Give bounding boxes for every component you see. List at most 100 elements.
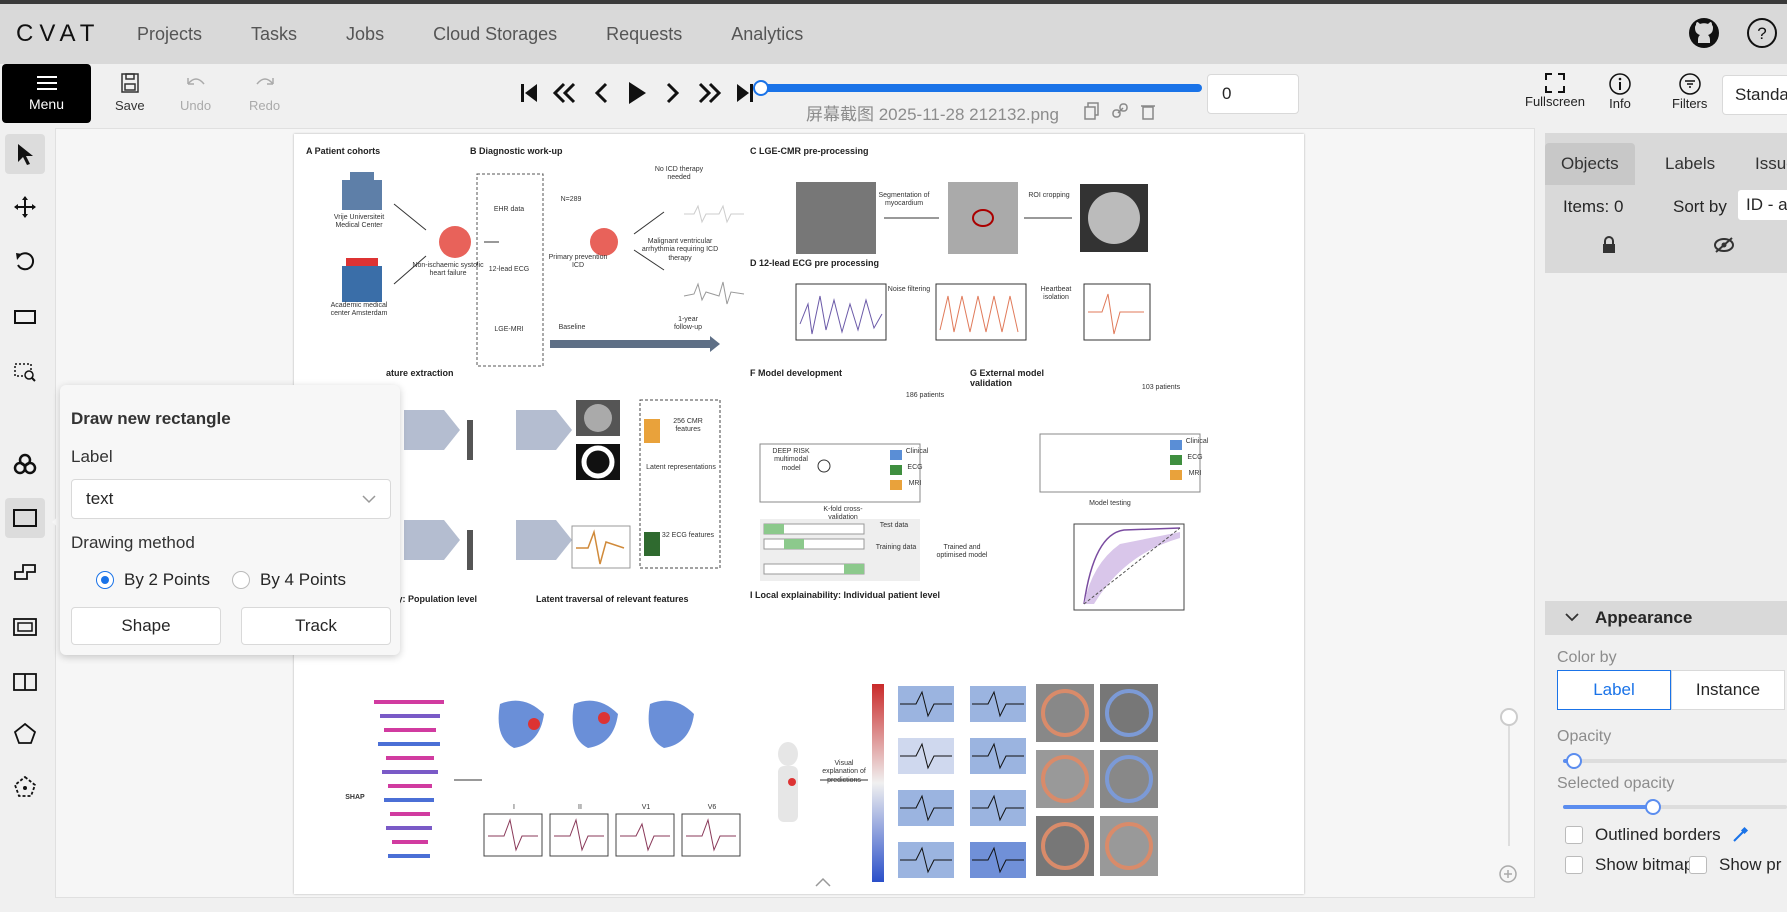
- by-4-points-radio[interactable]: By 4 Points: [232, 570, 346, 590]
- selected-opacity-handle[interactable]: [1644, 799, 1661, 815]
- checkbox-icon: [1689, 856, 1707, 874]
- draw-polygon-tool[interactable]: [5, 552, 45, 592]
- outlined-borders-label: Outlined borders: [1595, 825, 1721, 844]
- link-icon[interactable]: [1112, 102, 1128, 120]
- annotation-image[interactable]: A Patient cohorts B Diagnostic work-up C…: [294, 134, 1304, 894]
- chevron-up-icon[interactable]: [812, 874, 834, 890]
- lead-i-label: I: [513, 804, 515, 811]
- save-button[interactable]: Save: [115, 72, 145, 113]
- draw-skeleton-tool[interactable]: [5, 607, 45, 647]
- filters-button[interactable]: Filters: [1672, 72, 1707, 111]
- color-picker-icon[interactable]: [1731, 826, 1749, 844]
- zoom-slider-track[interactable]: [1508, 716, 1510, 846]
- nav-jobs[interactable]: Jobs: [346, 24, 384, 45]
- help-icon[interactable]: ?: [1745, 16, 1779, 50]
- play-icon[interactable]: [619, 78, 655, 108]
- nav-analytics[interactable]: Analytics: [731, 24, 803, 45]
- panel-f-title: F Model development: [750, 368, 843, 378]
- ecg-label-g: ECG: [1187, 454, 1203, 461]
- pentagon-icon: [13, 722, 37, 744]
- frame-slider-track[interactable]: [758, 84, 1202, 92]
- color-by-label-option[interactable]: Label: [1557, 670, 1671, 710]
- by-2-points-label: By 2 Points: [124, 570, 210, 589]
- track-button[interactable]: Track: [241, 607, 391, 645]
- sort-select[interactable]: ID - a: [1737, 189, 1787, 221]
- heartbeat-label: Heartbeat isolation: [1040, 286, 1072, 302]
- github-icon[interactable]: [1687, 16, 1721, 50]
- fast-backward-icon[interactable]: [547, 78, 583, 108]
- fit-image-tool[interactable]: [5, 297, 45, 337]
- appearance-header[interactable]: Appearance: [1545, 601, 1787, 635]
- show-bitmap-checkbox[interactable]: Show bitmap: [1565, 855, 1693, 875]
- vumc-label: Vrije Universiteit Medical Center: [333, 214, 385, 230]
- by-2-points-radio[interactable]: By 2 Points: [96, 570, 210, 590]
- cmr-heatmaps: [1036, 684, 1158, 876]
- tab-objects[interactable]: Objects: [1545, 143, 1635, 185]
- copy-icon[interactable]: [1084, 102, 1100, 120]
- svg-text:?: ?: [1757, 24, 1766, 43]
- mri-label-f: MRI: [908, 480, 922, 487]
- first-frame-icon[interactable]: [511, 78, 547, 108]
- color-by-label: Color by: [1557, 649, 1617, 666]
- info-button[interactable]: Info: [1608, 72, 1632, 111]
- show-projections-checkbox[interactable]: Show pr: [1689, 855, 1781, 875]
- info-label: Info: [1609, 96, 1631, 111]
- cursor-tool[interactable]: [5, 134, 45, 174]
- opacity-handle[interactable]: [1566, 753, 1583, 769]
- lgemri-label: LGE-MRI: [494, 326, 524, 333]
- undo-button[interactable]: Undo: [180, 72, 211, 113]
- zoom-region-tool[interactable]: [5, 352, 45, 392]
- next-frame-icon[interactable]: [655, 78, 691, 108]
- opacity-slider[interactable]: [1563, 753, 1787, 769]
- checkbox-icon: [1565, 856, 1583, 874]
- draw-polygon-points-tool[interactable]: [5, 714, 45, 754]
- draw-cuboid-tool[interactable]: [5, 662, 45, 702]
- fullscreen-button[interactable]: Fullscreen: [1525, 72, 1585, 109]
- panel-c-title: C LGE-CMR pre-processing: [750, 146, 869, 156]
- frame-number-input[interactable]: 0: [1207, 74, 1299, 114]
- draw-rectangle-tool[interactable]: [5, 498, 45, 538]
- opacity-label: Opacity: [1557, 728, 1612, 745]
- nav-tasks[interactable]: Tasks: [251, 24, 297, 45]
- panel-a-title: A Patient cohorts: [306, 146, 381, 156]
- selected-opacity-slider[interactable]: [1563, 799, 1787, 815]
- main-nav: Projects Tasks Jobs Cloud Storages Reque…: [137, 24, 852, 45]
- items-count: Items: 0: [1563, 197, 1624, 216]
- nav-projects[interactable]: Projects: [137, 24, 202, 45]
- outlined-borders-checkbox[interactable]: Outlined borders: [1565, 825, 1749, 845]
- nav-requests[interactable]: Requests: [606, 24, 682, 45]
- delete-frame-icon[interactable]: [1140, 102, 1156, 120]
- shape-button[interactable]: Shape: [71, 607, 221, 645]
- eye-invisible-icon[interactable]: [1713, 235, 1735, 255]
- zoom-in-icon[interactable]: [1497, 863, 1519, 885]
- filter-icon: [1678, 73, 1701, 95]
- image-frame-icon: [13, 618, 37, 636]
- ai-tools[interactable]: [5, 444, 45, 484]
- workspace-select[interactable]: Standa: [1722, 75, 1787, 115]
- frame-slider-handle[interactable]: [753, 80, 769, 96]
- redo-button[interactable]: Redo: [249, 72, 280, 113]
- menu-button[interactable]: Menu: [2, 64, 91, 123]
- lock-icon[interactable]: [1600, 235, 1618, 255]
- label-select[interactable]: text: [71, 479, 391, 519]
- popover-title: Draw new rectangle: [71, 409, 231, 428]
- filename-actions: [1084, 102, 1156, 120]
- nav-cloud-storages[interactable]: Cloud Storages: [433, 24, 557, 45]
- by-4-points-label: By 4 Points: [260, 570, 346, 589]
- cvat-logo[interactable]: CVAT: [16, 20, 100, 48]
- trained-label: Trained and optimised model: [936, 544, 988, 560]
- fast-forward-icon[interactable]: [691, 78, 727, 108]
- hamburger-icon: [36, 75, 57, 90]
- segmentation-label: Segmentation of myocardium: [878, 192, 930, 208]
- tab-labels[interactable]: Labels: [1649, 143, 1731, 185]
- color-by-instance-option[interactable]: Instance: [1671, 670, 1785, 710]
- fullscreen-icon: [1544, 73, 1565, 93]
- clinical-label-f: Clinical: [905, 448, 929, 455]
- zoom-slider-handle[interactable]: [1500, 708, 1518, 726]
- tab-issues[interactable]: Issue: [1739, 143, 1787, 185]
- previous-frame-icon[interactable]: [583, 78, 619, 108]
- move-tool[interactable]: [5, 187, 45, 227]
- rotate-tool[interactable]: [5, 242, 45, 282]
- label-select-value: text: [86, 489, 114, 508]
- draw-points-tool[interactable]: [5, 767, 45, 807]
